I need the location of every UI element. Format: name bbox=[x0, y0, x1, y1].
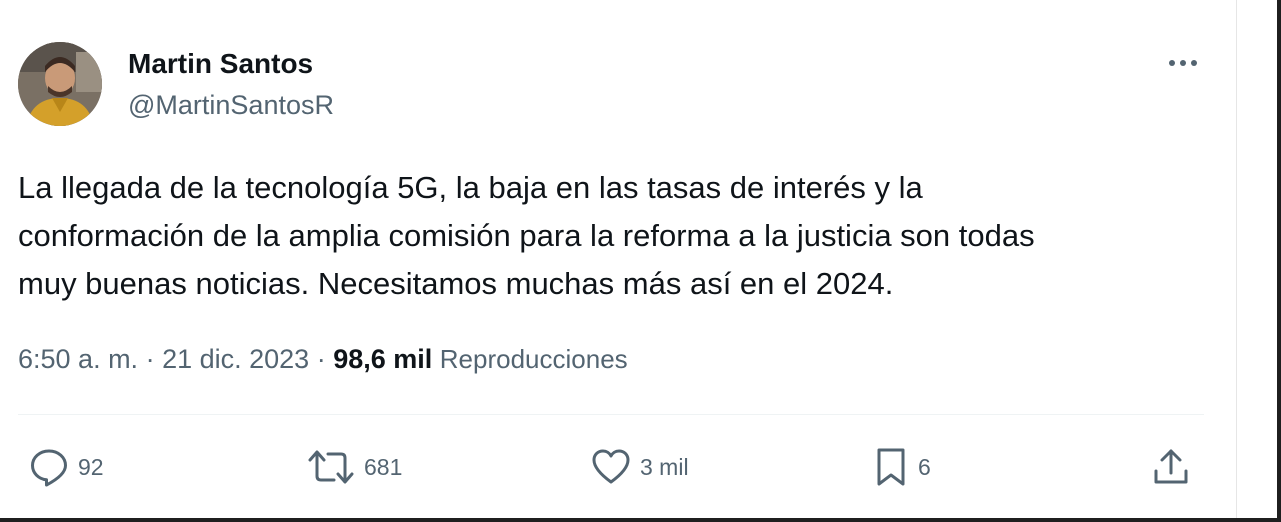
share-button[interactable] bbox=[1150, 446, 1192, 488]
repost-count: 681 bbox=[364, 453, 403, 480]
bookmark-icon bbox=[877, 448, 905, 486]
views-count: 98,6 mil bbox=[333, 344, 433, 374]
meta-separator: · bbox=[309, 344, 334, 374]
reply-bubble-icon bbox=[31, 449, 67, 487]
tweet-time[interactable]: 6:50 a. m. bbox=[18, 344, 138, 374]
reply-count: 92 bbox=[78, 453, 104, 480]
more-horizontal-icon bbox=[1169, 60, 1197, 66]
avatar[interactable] bbox=[18, 42, 102, 126]
meta-separator: · bbox=[138, 344, 163, 374]
repost-button[interactable]: 681 bbox=[306, 446, 402, 488]
more-options-button[interactable] bbox=[1160, 48, 1206, 78]
tweet-text-line: conformación de la amplia comisión para … bbox=[18, 218, 1035, 253]
window-edge bbox=[0, 518, 1281, 522]
tweet-text: La llegada de la tecnología 5G, la baja … bbox=[18, 164, 1218, 308]
reply-button[interactable]: 92 bbox=[28, 446, 104, 488]
author-handle[interactable]: @MartinSantosR bbox=[128, 90, 334, 121]
tweet-text-line: muy buenas noticias. Necesitamos muchas … bbox=[18, 266, 894, 301]
views-label: Reproducciones bbox=[439, 344, 628, 374]
tweet-card: Martin Santos @MartinSantosR La llegada … bbox=[0, 0, 1281, 522]
tweet-text-line: La llegada de la tecnología 5G, la baja … bbox=[18, 170, 923, 205]
tweet-meta: 6:50 a. m. · 21 dic. 2023 · 98,6 mil Rep… bbox=[18, 344, 628, 375]
like-button[interactable]: 3 mil bbox=[590, 446, 689, 488]
divider bbox=[18, 414, 1204, 415]
tweet-date[interactable]: 21 dic. 2023 bbox=[162, 344, 309, 374]
like-count: 3 mil bbox=[640, 453, 689, 480]
window-edge bbox=[1277, 0, 1281, 522]
bookmark-button[interactable]: 6 bbox=[872, 446, 931, 488]
author-display-name[interactable]: Martin Santos bbox=[128, 48, 313, 80]
avatar-image bbox=[18, 42, 102, 126]
repost-arrows-icon bbox=[308, 450, 354, 484]
heart-icon bbox=[592, 449, 630, 484]
column-divider bbox=[1236, 0, 1237, 522]
share-upload-icon bbox=[1154, 449, 1188, 484]
bookmark-count: 6 bbox=[918, 453, 931, 480]
